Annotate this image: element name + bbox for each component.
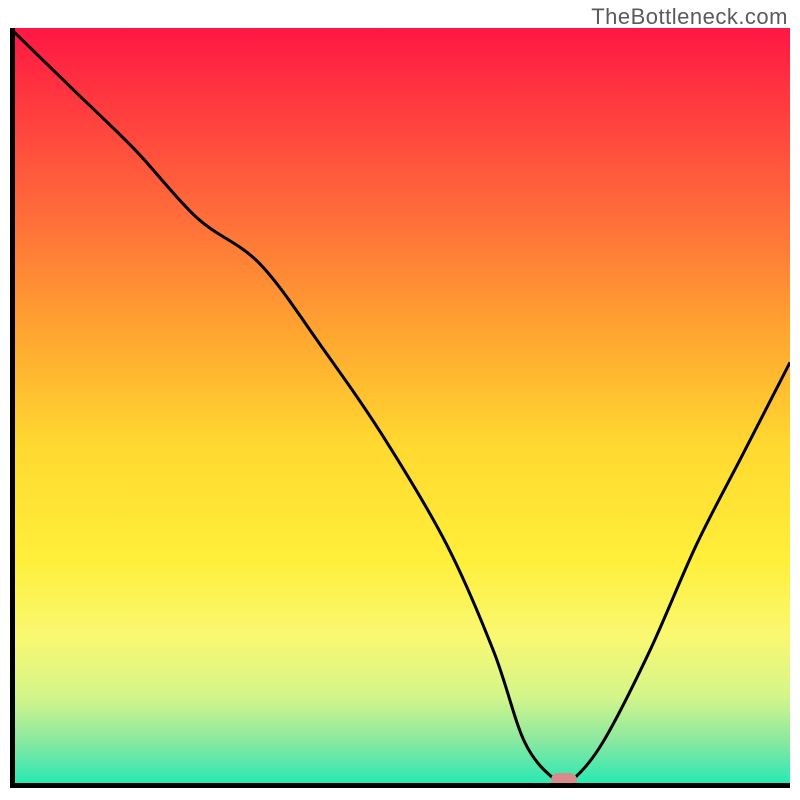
watermark-text: TheBottleneck.com — [591, 4, 788, 30]
bottleneck-curve — [10, 28, 790, 785]
curve-layer — [10, 28, 790, 788]
x-axis — [10, 783, 790, 788]
bottleneck-chart: TheBottleneck.com — [0, 0, 800, 800]
plot-area — [10, 28, 790, 788]
y-axis — [10, 28, 15, 788]
